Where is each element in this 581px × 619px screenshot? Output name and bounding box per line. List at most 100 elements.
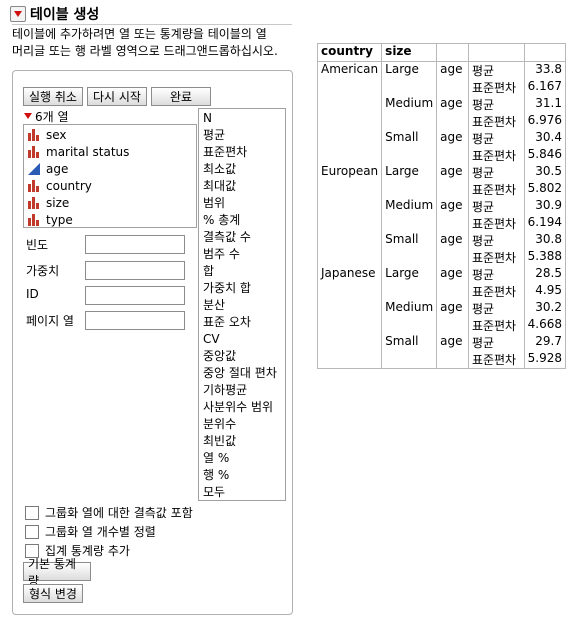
column-item-age[interactable]: age [24,160,196,177]
stat-item[interactable]: 최빈값 [199,433,285,450]
stat-item[interactable]: 평균 [199,127,285,144]
stat-item[interactable]: 기하평균 [199,382,285,399]
cell-value: 6.167 [527,79,562,93]
cell-country [318,147,383,164]
cell-country [318,249,383,266]
stat-item[interactable]: 범주 수 [199,246,285,263]
cell-country [318,334,383,351]
page-column-drop-box[interactable] [85,311,185,330]
table-row: 표준편차 6.194 [318,215,565,232]
stat-item[interactable]: CV [199,331,285,348]
cell-value: 33.8 [535,62,562,76]
cell-size [381,113,438,130]
include-missing-checkbox[interactable] [25,505,39,520]
continuous-triangle-icon [28,162,40,175]
cell-var: age [436,96,469,113]
statistics-list[interactable]: N 평균 표준편차 최소값 최대값 범위 % 총계 결측값 수 범주 수 합 가… [198,108,286,501]
cell-value: 30.4 [535,130,562,144]
cell-stat: 표준편차 [468,317,525,334]
column-name: age [46,161,69,176]
done-button[interactable]: 완료 [151,87,211,106]
columns-header[interactable]: 6개 열 [24,108,69,124]
restart-button[interactable]: 다시 시작 [87,87,147,106]
freq-label: 빈도 [26,238,49,252]
cell-country [318,181,383,198]
cell-country [318,79,383,96]
cell-value: 30.9 [535,198,562,212]
stat-item[interactable]: 중앙 절대 편차 [199,365,285,382]
stat-item[interactable]: 모두 [199,484,285,501]
basic-statistics-button[interactable]: 기본 통계량 [23,557,91,588]
cell-value: 30.2 [535,300,562,314]
weight-label: 가중치 [26,264,60,278]
cell-value: 4.668 [527,317,562,331]
table-row: 표준편차 5.846 [318,147,565,164]
cell-value: 6.194 [527,215,562,229]
column-item-marital-status[interactable]: marital status [24,143,196,160]
panel-title: 테이블 생성 [30,7,100,23]
stat-item[interactable]: 사분위수 범위 [199,399,285,416]
cell-var: age [436,61,469,79]
cell-var [436,283,469,300]
change-format-button[interactable]: 형식 변경 [23,584,83,603]
header-country[interactable]: country [318,44,383,62]
red-triangle-menu-button[interactable] [10,6,26,22]
cell-country: European [318,164,383,181]
include-missing-label: 그룹화 열에 대한 결측값 포함 [45,506,193,520]
output-table: country size American Large age 평균 33.8 표준편차 6… [318,44,565,368]
weight-drop-box[interactable] [85,261,185,280]
cell-value: 5.802 [527,181,562,195]
cell-country [318,215,383,232]
include-missing-checkbox-row[interactable]: 그룹화 열에 대한 결측값 포함 [25,504,193,521]
red-triangle-icon[interactable] [24,113,32,119]
stat-item[interactable]: N [199,110,285,127]
stat-item[interactable]: 합 [199,263,285,280]
cell-value: 30.5 [535,164,562,178]
stat-item[interactable]: 분산 [199,297,285,314]
cell-size [381,317,438,334]
order-by-count-checkbox-row[interactable]: 그룹화 열 개수별 정렬 [25,523,156,540]
cell-stat: 평균 [468,96,525,113]
undo-button[interactable]: 실행 취소 [23,87,83,106]
column-item-sex[interactable]: sex [24,126,196,143]
id-label: ID [26,287,39,301]
cell-stat: 평균 [468,198,525,215]
stat-item[interactable]: 표준 오차 [199,314,285,331]
column-item-country[interactable]: country [24,177,196,194]
cell-value: 31.1 [535,96,562,110]
stat-item[interactable]: 표준편차 [199,144,285,161]
column-name: type [46,212,73,227]
stat-item[interactable]: 중앙값 [199,348,285,365]
stat-item[interactable]: 분위수 [199,416,285,433]
stat-item[interactable]: 가중치 합 [199,280,285,297]
cell-stat: 평균 [468,232,525,249]
stat-item[interactable]: 행 % [199,467,285,484]
cell-country [318,351,383,368]
cell-size [381,79,438,96]
stat-item[interactable]: 최대값 [199,178,285,195]
stat-item[interactable]: 범위 [199,195,285,212]
stat-item[interactable]: % 총계 [199,212,285,229]
column-item-type[interactable]: type [24,211,196,228]
column-list[interactable]: sex marital status age country size type [23,124,197,228]
cell-country [318,96,383,113]
cell-size [381,283,438,300]
nominal-bar-icon [28,179,39,192]
instructions-line-2: 머리글 또는 행 라벨 영역으로 드래그앤드롭하십시오. [12,44,278,58]
stat-item[interactable]: 결측값 수 [199,229,285,246]
id-drop-box[interactable] [85,286,185,305]
order-by-count-checkbox[interactable] [25,524,39,539]
table-row: 표준편차 4.668 [318,317,565,334]
column-item-size[interactable]: size [24,194,196,211]
cell-size: Small [381,130,438,147]
cell-size [381,147,438,164]
nominal-bar-icon [28,196,39,209]
freq-drop-box[interactable] [85,235,185,254]
cell-country [318,232,383,249]
header-size[interactable]: size [381,44,438,62]
cell-stat: 표준편차 [468,113,525,130]
table-row: 표준편차 5.388 [318,249,565,266]
table-row: 표준편차 5.802 [318,181,565,198]
stat-item[interactable]: 최소값 [199,161,285,178]
stat-item[interactable]: 열 % [199,450,285,467]
